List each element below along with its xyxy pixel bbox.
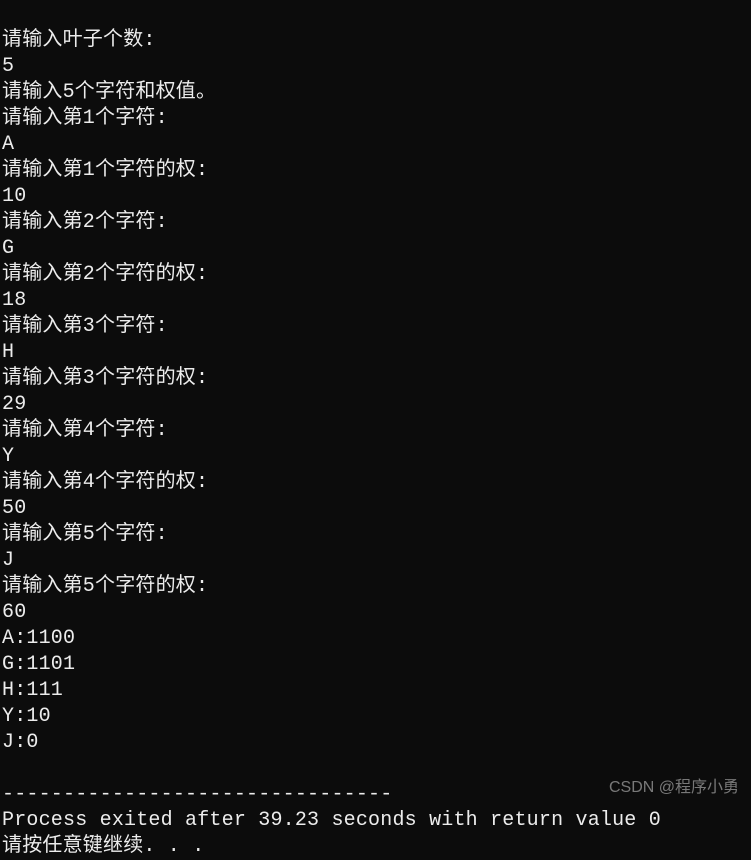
console-line: J xyxy=(2,549,14,572)
console-line: 10 xyxy=(2,185,26,208)
console-line: 请输入第3个字符: xyxy=(2,315,168,338)
console-line: Y:10 xyxy=(2,705,51,728)
console-line: 请输入第2个字符的权: xyxy=(2,263,208,286)
console-line: 请输入第5个字符的权: xyxy=(2,575,208,598)
console-line: G:1101 xyxy=(2,653,75,676)
console-line: H:111 xyxy=(2,679,63,702)
console-line: A:1100 xyxy=(2,627,75,650)
console-line: J:0 xyxy=(2,731,39,754)
watermark-text: CSDN @程序小勇 xyxy=(609,773,739,797)
console-line: G xyxy=(2,237,14,260)
console-line: 请输入第1个字符: xyxy=(2,107,168,130)
console-line: 请输入5个字符和权值。 xyxy=(2,81,216,104)
console-line: 请按任意键继续. . . xyxy=(2,835,204,858)
console-line: 50 xyxy=(2,497,26,520)
console-line: 18 xyxy=(2,289,26,312)
console-line: 请输入叶子个数: xyxy=(2,29,156,52)
console-line: Y xyxy=(2,445,14,468)
console-line: 请输入第3个字符的权: xyxy=(2,367,208,390)
console-line: 29 xyxy=(2,393,26,416)
console-line: 60 xyxy=(2,601,26,624)
console-line: Process exited after 39.23 seconds with … xyxy=(2,809,661,832)
terminal-output: 请输入叶子个数: 5 请输入5个字符和权值。 请输入第1个字符: A 请输入第1… xyxy=(0,0,751,860)
console-line: 请输入第1个字符的权: xyxy=(2,159,208,182)
console-line: 请输入第4个字符的权: xyxy=(2,471,208,494)
console-line: 请输入第4个字符: xyxy=(2,419,168,442)
console-line: A xyxy=(2,133,14,156)
console-line: 请输入第5个字符: xyxy=(2,523,168,546)
console-line: H xyxy=(2,341,14,364)
console-line: -------------------------------- xyxy=(2,783,392,806)
console-line: 5 xyxy=(2,55,14,78)
console-line: 请输入第2个字符: xyxy=(2,211,168,234)
